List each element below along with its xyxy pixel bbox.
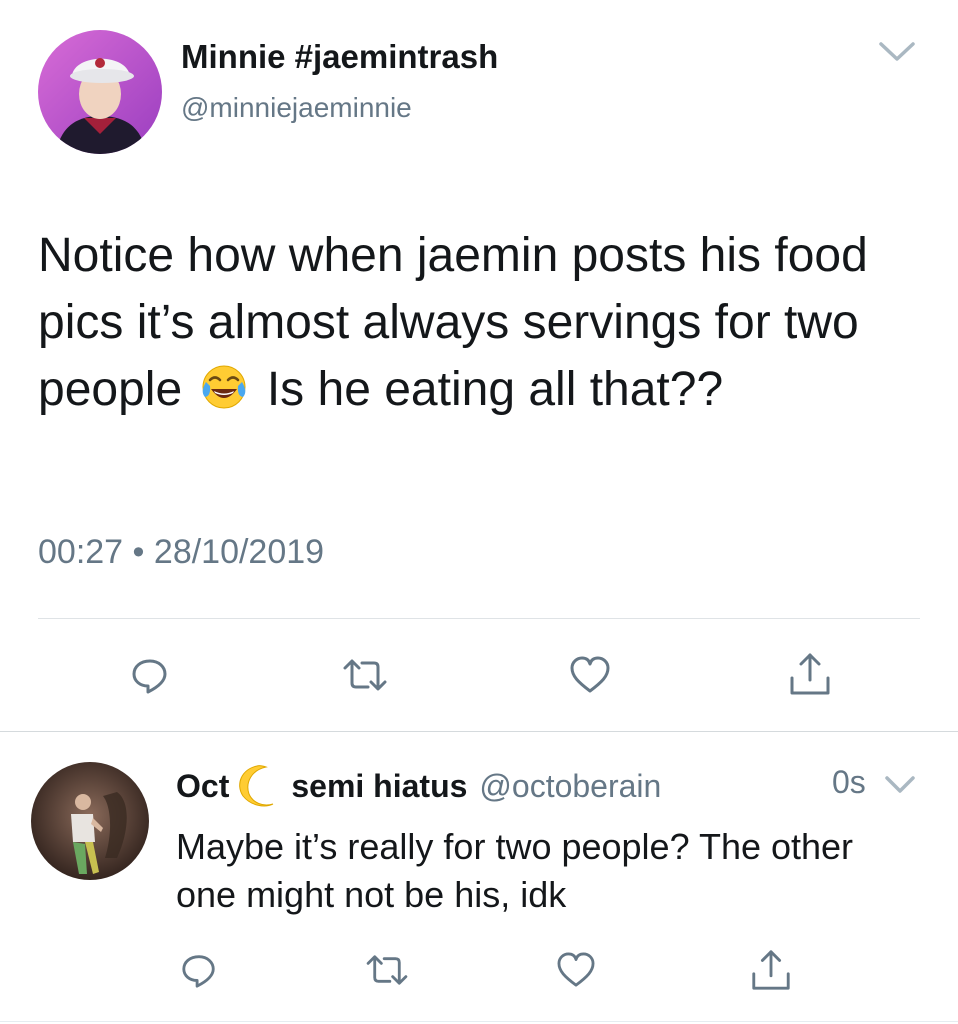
chevron-down-icon[interactable] — [876, 36, 918, 66]
reply-author-avatar[interactable] — [31, 762, 149, 880]
tweet-text: Notice how when jaemin posts his food pi… — [38, 222, 918, 423]
author-handle[interactable]: @minniejaeminnie — [181, 92, 412, 124]
tears-of-joy-emoji-icon — [199, 362, 249, 412]
reply-author-name-part-1[interactable]: Oct — [176, 768, 229, 805]
chevron-down-icon[interactable] — [883, 772, 917, 798]
reply-icon[interactable] — [127, 652, 173, 698]
share-icon[interactable] — [746, 945, 796, 995]
meta-separator: • — [132, 533, 145, 571]
like-icon[interactable] — [567, 652, 613, 698]
tweet-text-part-2: Is he eating all that?? — [266, 363, 724, 416]
crescent-moon-icon — [235, 763, 281, 809]
share-icon[interactable] — [785, 650, 835, 698]
divider — [0, 731, 958, 732]
reply-text: Maybe it’s really for two people? The ot… — [176, 826, 854, 915]
divider — [0, 1021, 958, 1022]
retweet-icon[interactable] — [362, 947, 412, 993]
reply-author-name-part-2[interactable]: semi hiatus — [291, 768, 467, 805]
reply-header[interactable]: Oct semi hiatus @octoberain — [176, 763, 661, 809]
reply-timestamp: 0s — [832, 764, 866, 800]
tweet-time: 00:27 — [38, 533, 124, 571]
retweet-icon[interactable] — [340, 652, 390, 698]
reply-icon[interactable] — [176, 947, 222, 993]
tweet-date: 28/10/2019 — [153, 533, 325, 571]
author-avatar[interactable] — [38, 30, 162, 154]
like-icon[interactable] — [553, 947, 599, 993]
author-name[interactable]: Minnie #jaemintrash — [181, 38, 498, 76]
reply-author-handle[interactable]: @octoberain — [479, 768, 661, 805]
tweet-timestamp: 00:27 • 28/10/2019 — [38, 533, 324, 572]
divider — [38, 618, 920, 619]
